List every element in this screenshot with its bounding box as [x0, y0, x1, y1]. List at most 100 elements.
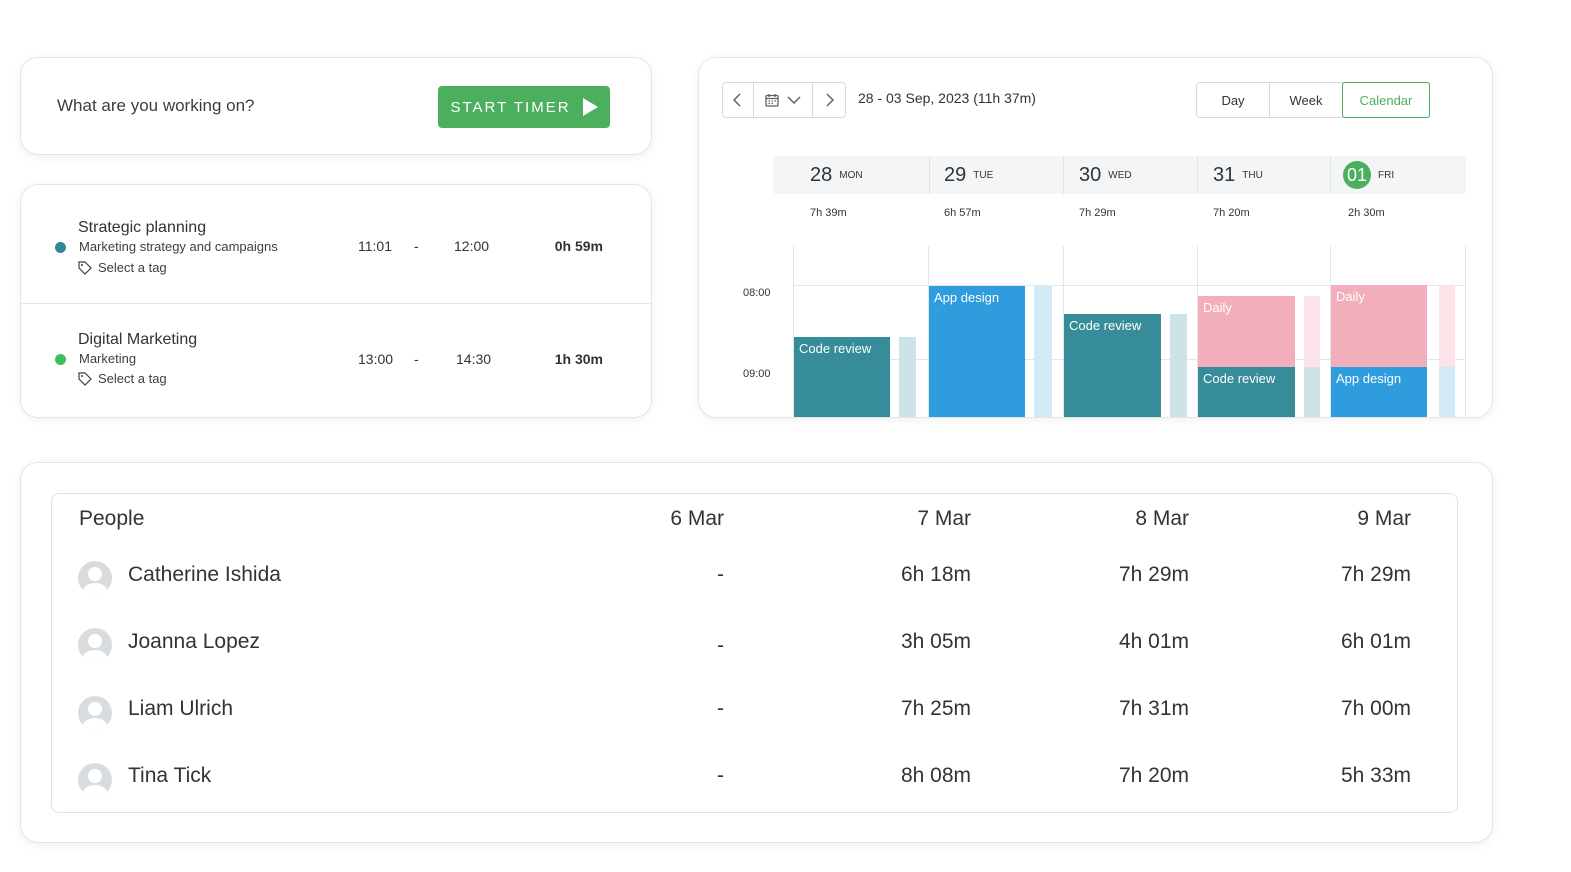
- view-calendar-button[interactable]: Calendar: [1342, 82, 1430, 118]
- day-header-tue[interactable]: 29 TUE: [944, 156, 993, 194]
- time-entry[interactable]: Digital Marketing Marketing Select a tag…: [21, 303, 651, 414]
- table-cell: 5h 33m: [1340, 764, 1411, 787]
- day-total: 7h 20m: [1213, 207, 1250, 219]
- table-cell: 7h 25m: [900, 697, 971, 720]
- table-cell: 7h 29m: [1118, 563, 1189, 586]
- day-of-week: MON: [839, 169, 863, 181]
- table-cell: -: [717, 634, 724, 657]
- next-week-button[interactable]: [813, 83, 845, 117]
- time-separator: -: [414, 238, 419, 254]
- day-number: 29: [944, 163, 967, 186]
- tag-icon: [78, 371, 92, 386]
- entry-title: Digital Marketing: [78, 331, 198, 348]
- day-header-fri[interactable]: 01 FRI: [1343, 156, 1394, 194]
- entry-duration[interactable]: 1h 30m: [555, 351, 603, 367]
- day-of-week: THU: [1242, 169, 1263, 181]
- day-header-thu[interactable]: 31 THU: [1213, 156, 1263, 194]
- entry-start-time[interactable]: 13:00: [358, 351, 393, 367]
- person-name[interactable]: Catherine Ishida: [128, 563, 281, 587]
- chevron-down-icon: [787, 95, 801, 104]
- people-report-card: People 6 Mar 7 Mar 8 Mar 9 Mar Catherine…: [20, 462, 1493, 843]
- tag-selector[interactable]: Select a tag: [78, 371, 167, 386]
- avatar: [78, 561, 112, 595]
- calendar-card: 28 - 03 Sep, 2023 (11h 37m) Day Week Cal…: [698, 57, 1493, 418]
- table-cell: -: [717, 563, 724, 586]
- day-header-divider: [1063, 156, 1064, 194]
- project-color-dot: [55, 354, 66, 365]
- date-picker-button[interactable]: [754, 83, 813, 117]
- entry-duration[interactable]: 0h 59m: [555, 238, 603, 254]
- event-label: Code review: [1203, 371, 1276, 386]
- time-entry[interactable]: Strategic planning Marketing strategy an…: [21, 185, 651, 295]
- people-column-header: People: [79, 507, 145, 530]
- avatar: [78, 696, 112, 730]
- entry-project: Marketing: [79, 351, 137, 366]
- calendar-event-app-design[interactable]: App design: [929, 286, 1025, 417]
- entry-project: Marketing strategy and campaigns: [79, 239, 278, 254]
- event-label: App design: [1336, 371, 1402, 386]
- time-separator: -: [414, 351, 419, 367]
- table-cell: 7h 29m: [1340, 563, 1411, 586]
- event-shadow: [1304, 296, 1320, 367]
- table-cell: 7h 31m: [1118, 697, 1189, 720]
- table-cell: 8h 08m: [900, 764, 971, 787]
- calendar-event-app-design[interactable]: App design: [1331, 367, 1427, 417]
- date-range-label: 28 - 03 Sep, 2023 (11h 37m): [858, 90, 1036, 106]
- day-header-mon[interactable]: 28 MON: [810, 156, 863, 194]
- day-header-divider: [929, 156, 930, 194]
- event-label: Code review: [1069, 318, 1142, 333]
- day-total: 2h 30m: [1348, 207, 1385, 219]
- event-shadow: [1034, 286, 1052, 417]
- day-header-wed[interactable]: 30 WED: [1079, 156, 1132, 194]
- date-column-header: 8 Mar: [1135, 507, 1189, 530]
- calendar-event-code-review[interactable]: Code review: [1064, 314, 1161, 417]
- tag-label: Select a tag: [98, 260, 167, 275]
- tag-label: Select a tag: [98, 371, 167, 386]
- table-cell: 4h 01m: [1118, 630, 1189, 653]
- day-header-divider: [1197, 156, 1198, 194]
- calendar-event-code-review[interactable]: Code review: [1198, 367, 1295, 417]
- time-entries-card: Strategic planning Marketing strategy an…: [20, 184, 652, 418]
- date-column-header: 7 Mar: [917, 507, 971, 530]
- calendar-event-code-review[interactable]: Code review: [794, 337, 890, 417]
- entry-start-time[interactable]: 11:01: [358, 238, 392, 254]
- previous-week-button[interactable]: [723, 83, 754, 117]
- chevron-right-icon: [826, 93, 834, 107]
- time-label: 09:00: [743, 368, 771, 380]
- timer-card: What are you working on? START TIMER: [20, 57, 652, 155]
- play-icon: [582, 98, 598, 116]
- entry-title: Strategic planning: [78, 219, 207, 236]
- start-timer-button[interactable]: START TIMER: [438, 86, 610, 128]
- entry-end-time[interactable]: 14:30: [456, 351, 491, 367]
- day-number: 31: [1213, 163, 1236, 186]
- table-cell: 3h 05m: [900, 630, 971, 653]
- table-cell: 7h 00m: [1340, 697, 1411, 720]
- day-of-week: TUE: [973, 169, 994, 181]
- avatar: [78, 763, 112, 797]
- event-label: Daily: [1336, 289, 1365, 304]
- person-name[interactable]: Joanna Lopez: [128, 630, 260, 654]
- day-of-week: FRI: [1378, 169, 1395, 181]
- people-table: People 6 Mar 7 Mar 8 Mar 9 Mar Catherine…: [51, 493, 1458, 813]
- view-week-button[interactable]: Week: [1270, 83, 1343, 117]
- start-timer-label: START TIMER: [450, 98, 571, 116]
- day-number: 28: [810, 163, 833, 186]
- person-name[interactable]: Liam Ulrich: [128, 697, 233, 721]
- view-switcher: Day Week Calendar: [1196, 82, 1430, 118]
- table-cell: 6h 18m: [900, 563, 971, 586]
- table-cell: -: [717, 764, 724, 787]
- person-name[interactable]: Tina Tick: [128, 764, 211, 788]
- calendar-event-daily[interactable]: Daily: [1198, 296, 1295, 367]
- day-of-week: WED: [1108, 169, 1132, 181]
- event-shadow: [1439, 367, 1455, 417]
- event-label: App design: [934, 290, 1000, 305]
- day-total: 7h 39m: [810, 207, 847, 219]
- timer-description-input[interactable]: What are you working on?: [57, 96, 255, 116]
- view-day-button[interactable]: Day: [1197, 83, 1270, 117]
- time-label: 08:00: [743, 287, 771, 299]
- entry-end-time[interactable]: 12:00: [454, 238, 489, 254]
- today-day-number: 01: [1343, 161, 1371, 189]
- grid-line: [1465, 246, 1466, 417]
- calendar-event-daily[interactable]: Daily: [1331, 285, 1427, 367]
- tag-selector[interactable]: Select a tag: [78, 260, 167, 275]
